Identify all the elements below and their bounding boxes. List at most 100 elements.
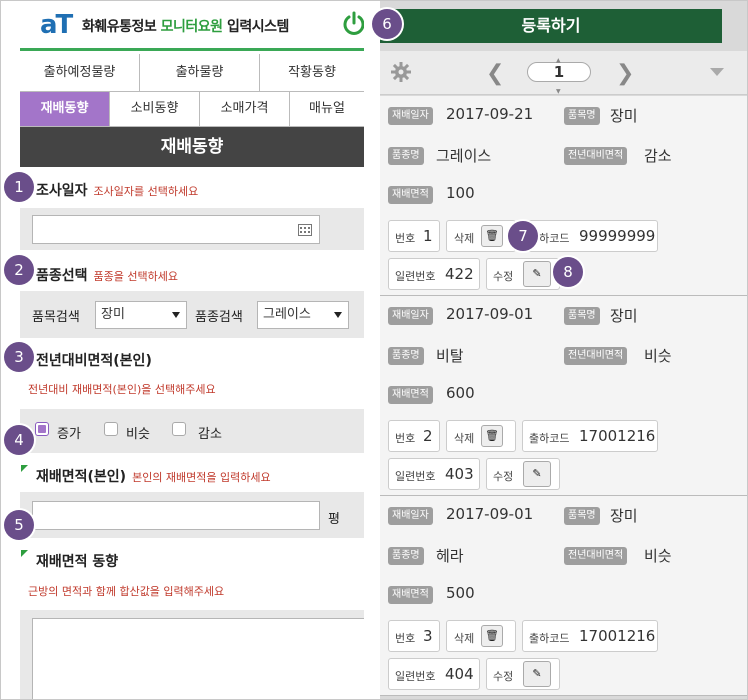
menu-retail-price[interactable]: 소매가격 — [200, 92, 290, 126]
pencil-icon[interactable]: ✎ — [523, 661, 551, 687]
variety-tag: 품종명 — [388, 347, 424, 365]
checkbox-similar[interactable] — [104, 422, 118, 436]
dropdown-arrow-icon — [334, 312, 342, 318]
record-area: 500 — [446, 584, 475, 602]
edit-label: 수정 — [493, 670, 514, 683]
pencil-icon[interactable]: ✎ — [523, 261, 551, 287]
barcode-label: 출하코드 — [529, 632, 570, 645]
pencil-icon[interactable]: ✎ — [523, 461, 551, 487]
area-change-hint: 전년대비 재배면적(본인)을 선택해주세요 — [28, 383, 216, 396]
register-button[interactable]: 등록하기 — [380, 9, 722, 43]
area-heading: 재배면적(본인) 본인의 재배면적을 입력하세요 — [21, 465, 271, 486]
system-title: 화훼유통정보 모니터요원 입력시스템 — [82, 16, 289, 36]
menu-cultivation-trend[interactable]: 재배동향 — [20, 92, 110, 126]
variety-select-value: 그레이스 — [263, 307, 311, 322]
checkbox-increase[interactable] — [35, 422, 49, 436]
variety-tag: 품종명 — [388, 147, 424, 165]
trash-icon[interactable]: 🗑 — [481, 425, 503, 447]
step-marker-1: 1 — [4, 172, 34, 202]
serial-box: 일련번호 403 — [388, 458, 480, 490]
power-icon[interactable] — [340, 10, 364, 38]
change-tag: 전년대비면적 — [564, 347, 628, 365]
page-number[interactable]: 1 — [527, 52, 591, 101]
input-form-panel: aT 화훼유통정보 모니터요원 입력시스템 출하예정물량 출하물량 작황동향 재… — [20, 1, 364, 699]
menu-crop-status[interactable]: 작황동향 — [260, 54, 364, 92]
record-no-box: 번호 3 — [388, 620, 440, 652]
edit-box: 수정 ✎ — [486, 258, 560, 290]
record-list-panel: 등록하기 ❮ 1 ❯ 재배일자2017-09-21품목명장미품종명그레이스전년대… — [380, 1, 747, 699]
survey-date-hint: 조사일자를 선택하세요 — [93, 185, 199, 198]
menu-consumption-trend[interactable]: 소비동향 — [110, 92, 200, 126]
variety-search-label: 품종검색 — [195, 310, 243, 325]
record-no: 1 — [423, 227, 433, 245]
step-marker-6: 6 — [372, 9, 402, 39]
dropdown-arrow-icon — [172, 312, 180, 318]
survey-date-row — [20, 208, 364, 250]
step-marker-5: 5 — [4, 510, 34, 540]
survey-date-input[interactable] — [32, 215, 320, 244]
area-tag: 재배면적 — [388, 586, 433, 604]
area-change-heading: 전년대비면적(본인) — [21, 349, 152, 370]
variety-select[interactable]: 그레이스 — [257, 301, 349, 329]
record-serial: 404 — [445, 665, 474, 683]
item-tag: 품목명 — [564, 507, 600, 525]
app-root: aT 화훼유통정보 모니터요원 입력시스템 출하예정물량 출하물량 작황동향 재… — [0, 0, 748, 700]
date-tag: 재배일자 — [388, 307, 433, 325]
menu-shipment[interactable]: 출하물량 — [140, 54, 260, 92]
record-change: 비슷 — [644, 547, 672, 565]
item-select[interactable]: 장미 — [95, 301, 187, 329]
area-input[interactable] — [32, 501, 320, 530]
delete-box: 삭제 🗑 — [446, 620, 516, 652]
trash-icon[interactable]: 🗑 — [481, 625, 503, 647]
delete-box: 삭제 🗑 — [446, 420, 516, 452]
step-marker-4: 4 — [4, 425, 34, 455]
barcode-box: 출하코드 99999999 — [522, 220, 658, 252]
record-variety: 비탈 — [436, 347, 464, 365]
prev-page-icon[interactable]: ❮ — [486, 61, 504, 86]
record-card: 재배일자 2017-09-01 품목명 장미 품종명 헤라 전년대비면적 비슷 재배면적 500 번… — [380, 496, 747, 696]
calendar-icon[interactable] — [298, 223, 312, 236]
record-area: 600 — [446, 384, 475, 402]
serial-box: 일련번호 422 — [388, 258, 480, 290]
edit-box: 수정 ✎ — [486, 458, 560, 490]
option-increase-label: 증가 — [57, 427, 81, 442]
variety-tag: 품종명 — [388, 547, 424, 565]
menu-manual[interactable]: 매뉴얼 — [290, 92, 364, 126]
option-decrease-label: 감소 — [198, 427, 222, 442]
item-tag: 품목명 — [564, 307, 600, 325]
record-change: 비슷 — [644, 347, 672, 365]
area-trend-textarea[interactable] — [32, 618, 364, 699]
record-no-box: 번호 1 — [388, 220, 440, 252]
record-barcode: 17001216 — [579, 427, 656, 445]
barcode-box: 출하코드 17001216 — [522, 420, 658, 452]
step-marker-3: 3 — [4, 342, 34, 372]
record-date: 2017-09-21 — [446, 105, 534, 123]
menu-shipment-plan[interactable]: 출하예정물량 — [20, 54, 140, 92]
gear-icon[interactable] — [390, 61, 412, 83]
area-tag: 재배면적 — [388, 386, 433, 404]
item-select-value: 장미 — [101, 307, 125, 322]
step-marker-8: 8 — [553, 257, 583, 287]
item-tag: 품목명 — [564, 107, 600, 125]
survey-date-label: 조사일자 — [36, 183, 88, 199]
logo-product: 모니터요원 — [160, 19, 223, 35]
area-change-label: 전년대비면적(본인) — [36, 353, 152, 369]
checkbox-decrease[interactable] — [172, 422, 186, 436]
delete-label: 삭제 — [454, 632, 475, 645]
menu-row-1: 출하예정물량 출하물량 작황동향 — [20, 54, 364, 92]
collapse-icon[interactable] — [710, 68, 724, 76]
date-tag: 재배일자 — [388, 107, 433, 125]
step-marker-7: 7 — [508, 221, 538, 251]
next-page-icon[interactable]: ❯ — [616, 61, 634, 86]
change-tag: 전년대비면적 — [564, 147, 628, 165]
record-barcode: 17001216 — [579, 627, 656, 645]
area-trend-heading: 재배면적 동향 — [20, 550, 118, 571]
record-no: 2 — [423, 427, 433, 445]
area-row: 평 — [20, 492, 364, 538]
logo-mark-text: aT — [40, 10, 73, 40]
delete-box: 삭제 🗑 — [446, 220, 516, 252]
trash-icon[interactable]: 🗑 — [481, 225, 503, 247]
date-tag: 재배일자 — [388, 507, 433, 525]
area-tag: 재배면적 — [388, 186, 433, 204]
menu-row-2: 재배동향 소비동향 소매가격 매뉴얼 — [20, 92, 364, 127]
